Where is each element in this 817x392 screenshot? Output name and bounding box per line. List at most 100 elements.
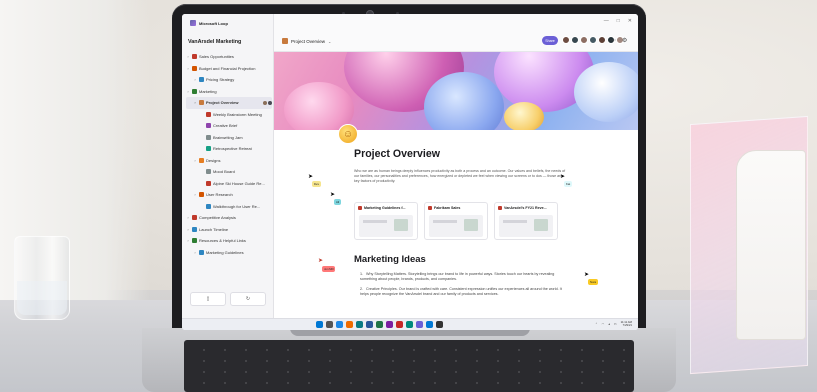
avatar[interactable] bbox=[598, 36, 606, 44]
linked-card[interactable]: VanArsdel's FY21 Reve... bbox=[494, 202, 558, 240]
top-bar: — □ ✕ Project Overview ⌄ Share ⋯ ⚙ bbox=[274, 14, 638, 52]
sidebar-item-label: Creative Brief bbox=[213, 123, 238, 129]
chevron-right-icon[interactable]: › bbox=[186, 238, 190, 243]
taskbar-app-icon[interactable] bbox=[416, 321, 423, 328]
sidebar: Microsoft Loop VanArsdel Marketing › Sale… bbox=[182, 14, 274, 318]
smiling-face-emoji-icon[interactable]: ☺ bbox=[338, 124, 358, 144]
chevron-right-icon[interactable]: › bbox=[186, 227, 190, 232]
taskbar-app-icon[interactable] bbox=[436, 321, 443, 328]
chevron-right-icon[interactable]: › bbox=[193, 100, 197, 105]
page-icon bbox=[206, 146, 211, 152]
page-icon bbox=[206, 111, 211, 117]
list-item[interactable]: 2. Creative Principles. Our brand is craf… bbox=[360, 287, 566, 297]
loop-logo-icon bbox=[190, 20, 196, 26]
chevron-right-icon[interactable]: › bbox=[193, 77, 197, 82]
chevron-right-icon[interactable]: › bbox=[193, 192, 197, 197]
sidebar-item-label: Sales Opportunities bbox=[199, 54, 234, 60]
taskbar-app-icon[interactable] bbox=[326, 321, 333, 328]
page-intro[interactable]: Who we are as human beings deeply influe… bbox=[354, 169, 568, 184]
sidebar-item[interactable]: Brainwriting Jam bbox=[186, 132, 272, 144]
sidebar-item[interactable]: › Resources & Helpful Links bbox=[186, 235, 272, 247]
page-icon bbox=[199, 77, 204, 83]
presence-avatars bbox=[263, 100, 272, 105]
sidebar-item[interactable]: Mood Board bbox=[186, 166, 272, 178]
taskbar-app-icon[interactable] bbox=[346, 321, 353, 328]
sidebar-item[interactable]: Alpine Ski House Guide Re... bbox=[186, 178, 272, 190]
collaborator-cursor-icon: ➤ bbox=[584, 272, 590, 278]
page-tree: › Sales Opportunities › Budget and Financia… bbox=[186, 51, 272, 258]
page-title[interactable]: Project Overview bbox=[354, 148, 440, 160]
sidebar-item[interactable]: › Marketing Guidelines bbox=[186, 247, 272, 259]
avatar[interactable] bbox=[589, 36, 597, 44]
chevron-right-icon[interactable]: › bbox=[186, 66, 190, 71]
avatar[interactable] bbox=[562, 36, 570, 44]
taskbar-app-icon[interactable] bbox=[356, 321, 363, 328]
card-header: Marketing Guidelines f... bbox=[355, 203, 417, 213]
recent-button[interactable]: ↻ bbox=[230, 292, 266, 306]
more-icon[interactable]: ⋯ bbox=[610, 37, 616, 44]
sidebar-item[interactable]: › User Research bbox=[186, 189, 272, 201]
chevron-up-icon[interactable]: ⌃ bbox=[595, 322, 598, 326]
list-item[interactable]: 1. Why Storytelling Matters. Storytelling… bbox=[360, 272, 566, 282]
new-page-icon: ▯ bbox=[206, 296, 210, 302]
sidebar-item[interactable]: › Designs bbox=[186, 155, 272, 167]
settings-icon[interactable]: ⚙ bbox=[622, 37, 627, 44]
chevron-right-icon[interactable]: › bbox=[186, 54, 190, 59]
taskbar-app-icon[interactable] bbox=[376, 321, 383, 328]
breadcrumb-label: Project Overview bbox=[291, 38, 326, 44]
page-content: ☺ Project Overview Who we are as human b… bbox=[274, 52, 638, 318]
cover-image bbox=[274, 52, 638, 130]
taskbar-app-icon[interactable] bbox=[366, 321, 373, 328]
cursor-label: Dev bbox=[312, 181, 321, 187]
paper-stand bbox=[736, 150, 806, 340]
keyboard bbox=[184, 340, 634, 392]
close-icon[interactable]: ✕ bbox=[628, 18, 632, 24]
sidebar-item[interactable]: Weekly Brainstorm Meeting bbox=[186, 109, 272, 121]
share-button[interactable]: Share bbox=[542, 36, 558, 45]
sidebar-item-label: Project Overview bbox=[206, 100, 239, 106]
page-icon bbox=[282, 38, 288, 44]
sidebar-item[interactable]: › Project Overview bbox=[186, 97, 272, 109]
avatar[interactable] bbox=[571, 36, 579, 44]
page-icon bbox=[206, 203, 211, 209]
linked-card[interactable]: Fabrikam Sales bbox=[424, 202, 488, 240]
sidebar-item[interactable]: Creative Brief bbox=[186, 120, 272, 132]
sidebar-item[interactable]: › Competitive Analysis bbox=[186, 212, 272, 224]
taskbar-app-icon[interactable] bbox=[316, 321, 323, 328]
volume-icon[interactable]: ◂ bbox=[608, 322, 610, 326]
sidebar-item[interactable]: Retrospective Retreat bbox=[186, 143, 272, 155]
card-thumbnail bbox=[499, 215, 553, 237]
sidebar-item[interactable]: › Pricing Strategy bbox=[186, 74, 272, 86]
taskbar-app-icon[interactable] bbox=[406, 321, 413, 328]
chevron-right-icon[interactable]: › bbox=[186, 215, 190, 220]
pencil-icon bbox=[206, 169, 211, 175]
sidebar-item[interactable]: › Sales Opportunities bbox=[186, 51, 272, 63]
clock[interactable]: 11:11 AM 7/29/21 bbox=[621, 320, 632, 328]
avatar[interactable] bbox=[580, 36, 588, 44]
sidebar-item[interactable]: › Marketing bbox=[186, 86, 272, 98]
chevron-right-icon[interactable]: › bbox=[193, 158, 197, 163]
decorative-blob bbox=[504, 102, 544, 130]
sidebar-item[interactable]: › Budget and Financial Projection bbox=[186, 63, 272, 75]
minimize-icon[interactable]: — bbox=[604, 18, 609, 24]
taskbar-app-icon[interactable] bbox=[336, 321, 343, 328]
new-page-button[interactable]: ▯ bbox=[190, 292, 226, 306]
window-controls: — □ ✕ bbox=[604, 18, 632, 24]
linked-card[interactable]: Marketing Guidelines f... bbox=[354, 202, 418, 240]
breadcrumb[interactable]: Project Overview ⌄ bbox=[282, 38, 331, 44]
clock-date: 7/29/21 bbox=[622, 323, 632, 328]
taskbar-app-icon[interactable] bbox=[386, 321, 393, 328]
taskbar-app-icon[interactable] bbox=[426, 321, 433, 328]
section-heading[interactable]: Marketing Ideas bbox=[354, 254, 426, 265]
sidebar-item-label: Marketing bbox=[199, 88, 217, 94]
sidebar-item[interactable]: › Launch Timeline bbox=[186, 224, 272, 236]
taskbar-app-icon[interactable] bbox=[396, 321, 403, 328]
sidebar-item[interactable]: Walkthrough for User Re... bbox=[186, 201, 272, 213]
chevron-right-icon[interactable]: › bbox=[186, 89, 190, 94]
battery-icon[interactable]: ▭ bbox=[614, 322, 617, 326]
maximize-icon[interactable]: □ bbox=[617, 18, 620, 24]
wifi-icon[interactable]: ◠ bbox=[602, 322, 605, 326]
workspace-name[interactable]: VanArsdel Marketing bbox=[188, 39, 241, 45]
chevron-right-icon[interactable]: › bbox=[193, 250, 197, 255]
page-icon bbox=[206, 123, 211, 129]
